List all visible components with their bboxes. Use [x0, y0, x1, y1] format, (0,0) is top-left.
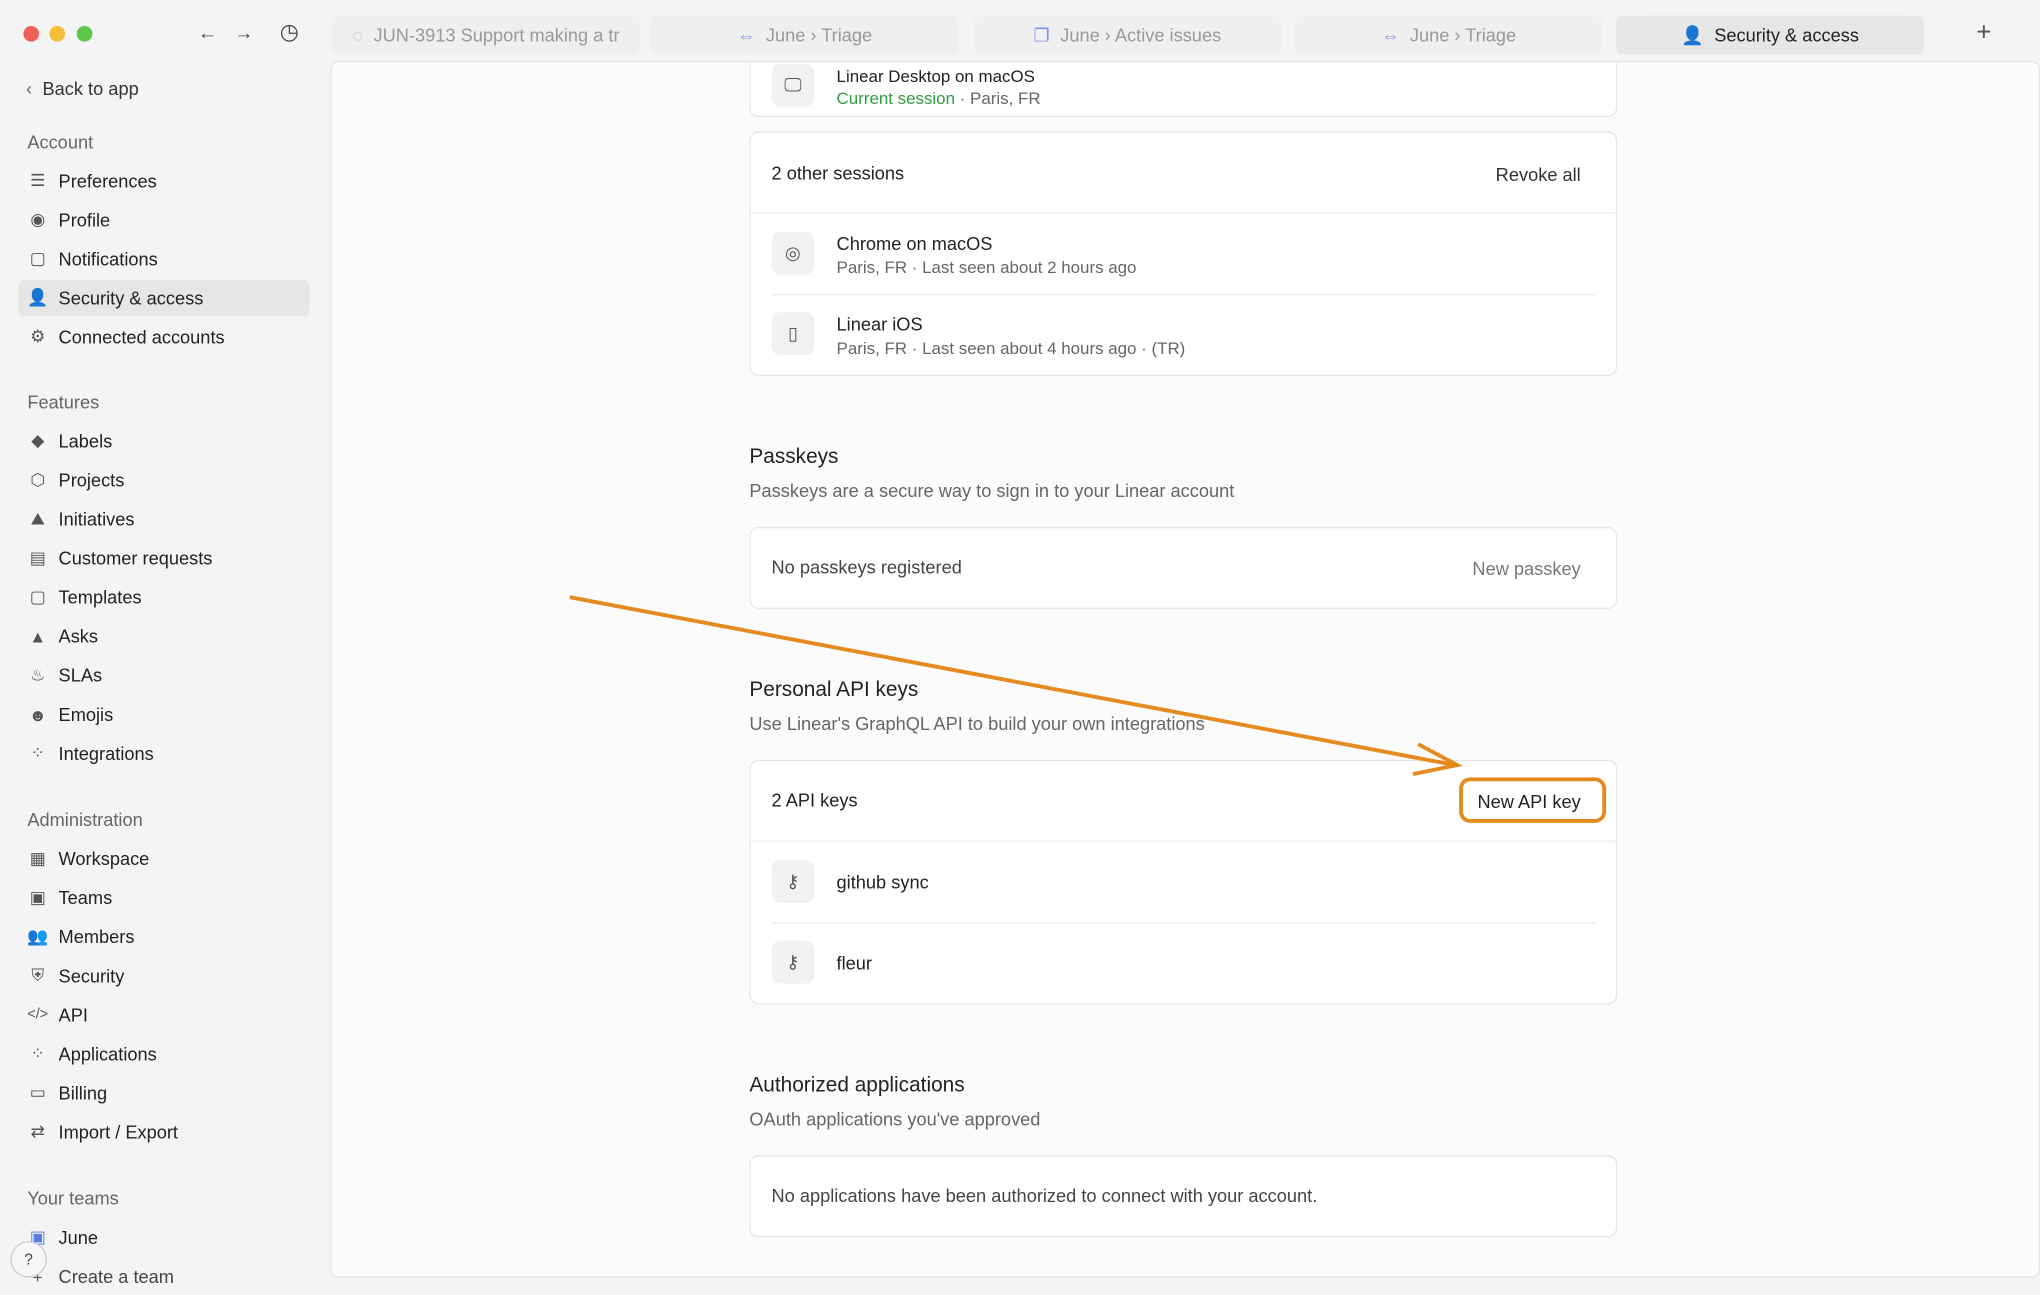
- annotation-highlight: [1461, 779, 1604, 821]
- annotation-arrow: [570, 597, 1455, 765]
- annotation-overlay: [0, 0, 2040, 1285]
